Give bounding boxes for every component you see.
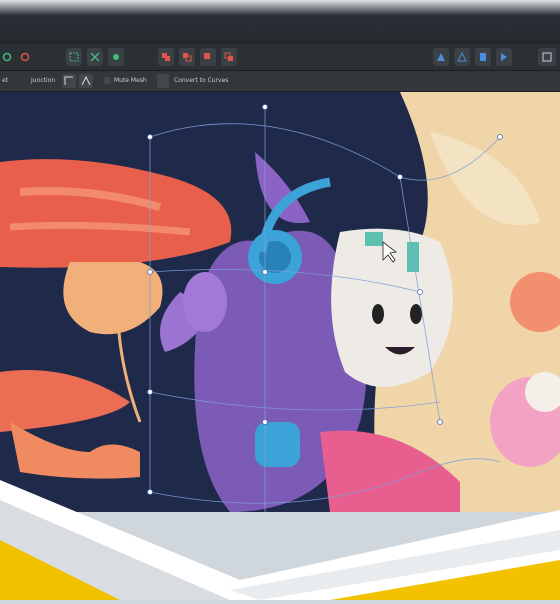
canvas-artwork[interactable] [0,92,560,512]
mute-mesh-checkbox[interactable] [104,77,111,84]
mute-mesh-label: Mute Mesh [114,77,147,84]
context-toolbar: et Junction Mute Mesh Convert to Curves [0,71,560,92]
decorative-frame [0,470,560,600]
align-justify-icon[interactable] [496,48,512,66]
boolean-subtract-icon[interactable] [179,48,195,66]
convert-to-curves-icon[interactable] [157,74,169,88]
align-left-icon[interactable] [433,48,449,66]
boolean-xor-icon[interactable] [221,48,237,66]
select-object-icon[interactable] [87,48,103,66]
align-right-icon[interactable] [475,48,491,66]
select-same-icon[interactable] [66,48,82,66]
boolean-add-icon[interactable] [158,48,174,66]
settings-icon[interactable] [18,48,32,66]
align-center-icon[interactable] [454,48,470,66]
junction-smooth-button[interactable] [62,74,76,88]
junction-sharp-button[interactable] [79,74,93,88]
main-toolbar: sample-plushies-summoner-by-frank 🔒 [0,44,560,108]
gear-icon[interactable] [0,48,14,66]
boolean-intersect-icon[interactable] [200,48,216,66]
convert-to-curves-button[interactable]: Convert to Curves [174,77,228,84]
layout-icon[interactable] [538,48,556,66]
context-left-label: et [2,77,9,84]
window-title-bar [0,0,560,44]
junction-label: Junction [31,77,56,84]
select-node-icon[interactable] [108,48,124,66]
